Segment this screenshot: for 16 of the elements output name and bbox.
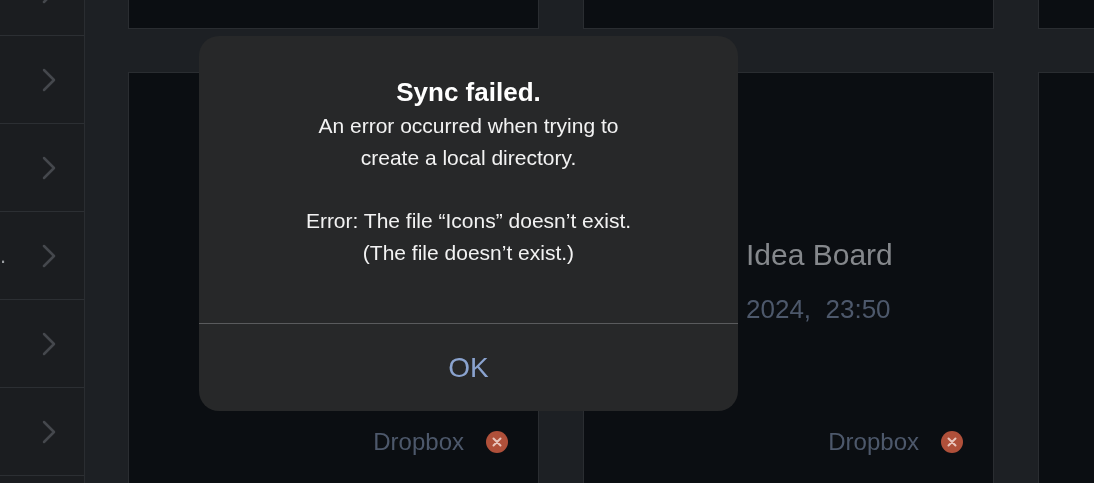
- error-icon: [486, 431, 508, 453]
- chevron-right-icon: [42, 67, 56, 92]
- row-text: .: [0, 243, 7, 268]
- alert-message-line: create a local directory.: [360, 145, 577, 171]
- storage-label: Dropbox: [828, 427, 919, 457]
- chevron-right-icon: [42, 243, 56, 268]
- chevron-right-icon: [42, 155, 56, 180]
- card-date: 2024, 23:50: [746, 294, 892, 324]
- alert-message-line: (The file doesn’t exist.): [362, 240, 575, 266]
- chevron-right-icon: [42, 331, 56, 356]
- error-icon: [941, 431, 963, 453]
- chevron-right-icon: [42, 419, 56, 444]
- card-title: Idea Board: [746, 237, 894, 273]
- storage-label: Dropbox: [373, 427, 464, 457]
- alert-title: Sync failed.: [396, 76, 541, 108]
- sidebar-row[interactable]: .: [0, 212, 84, 300]
